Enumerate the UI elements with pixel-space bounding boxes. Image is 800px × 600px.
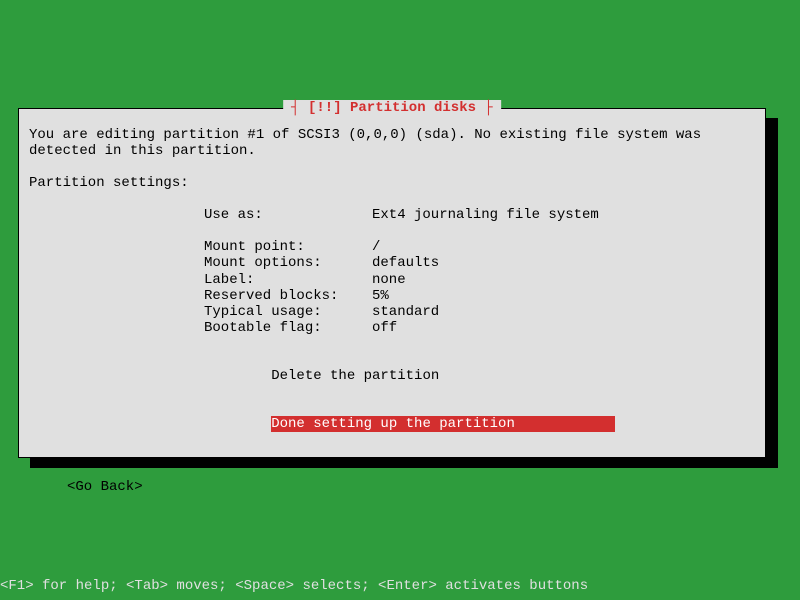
setting-val: off	[372, 320, 755, 336]
setting-reserved-blocks[interactable]: Reserved blocks: 5%	[204, 288, 755, 304]
setting-key: Mount point:	[204, 239, 372, 255]
setting-key: Typical usage:	[204, 304, 372, 320]
help-bar: <F1> for help; <Tab> moves; <Space> sele…	[0, 578, 588, 594]
setting-val: defaults	[372, 255, 755, 271]
setting-val: /	[372, 239, 755, 255]
setting-label[interactable]: Label: none	[204, 272, 755, 288]
done-partition-action[interactable]: Done setting up the partition	[204, 400, 755, 448]
title-suffix: ├	[476, 100, 493, 116]
setting-key: Mount options:	[204, 255, 372, 271]
setting-val: Ext4 journaling file system	[372, 207, 755, 223]
settings-list: Use as: Ext4 journaling file system Moun…	[204, 207, 755, 448]
setting-key: Use as:	[204, 207, 372, 223]
title-prefix: ┤	[291, 100, 308, 116]
done-label: Done setting up the partition	[271, 416, 615, 432]
setting-key: Reserved blocks:	[204, 288, 372, 304]
title-mark: [!!]	[308, 100, 342, 116]
delete-partition-action[interactable]: Delete the partition	[204, 352, 755, 400]
setting-typical-usage[interactable]: Typical usage: standard	[204, 304, 755, 320]
blank-row	[204, 223, 755, 239]
settings-heading: Partition settings:	[29, 175, 755, 191]
setting-mount-point[interactable]: Mount point: /	[204, 239, 755, 255]
setting-val: none	[372, 272, 755, 288]
setting-key: Label:	[204, 272, 372, 288]
dialog-content: You are editing partition #1 of SCSI3 (0…	[19, 109, 765, 513]
blank-row	[204, 336, 755, 352]
setting-key: Bootable flag:	[204, 320, 372, 336]
intro-text: You are editing partition #1 of SCSI3 (0…	[29, 127, 755, 159]
delete-label: Delete the partition	[271, 368, 439, 384]
setting-val: 5%	[372, 288, 755, 304]
title-text: Partition disks	[342, 100, 476, 116]
setting-use-as[interactable]: Use as: Ext4 journaling file system	[204, 207, 755, 223]
setting-bootable-flag[interactable]: Bootable flag: off	[204, 320, 755, 336]
setting-mount-options[interactable]: Mount options: defaults	[204, 255, 755, 271]
partition-dialog: ┤ [!!] Partition disks ├ You are editing…	[18, 108, 766, 458]
setting-val: standard	[372, 304, 755, 320]
go-back-button[interactable]: <Go Back>	[67, 479, 755, 495]
dialog-title: ┤ [!!] Partition disks ├	[283, 100, 501, 116]
